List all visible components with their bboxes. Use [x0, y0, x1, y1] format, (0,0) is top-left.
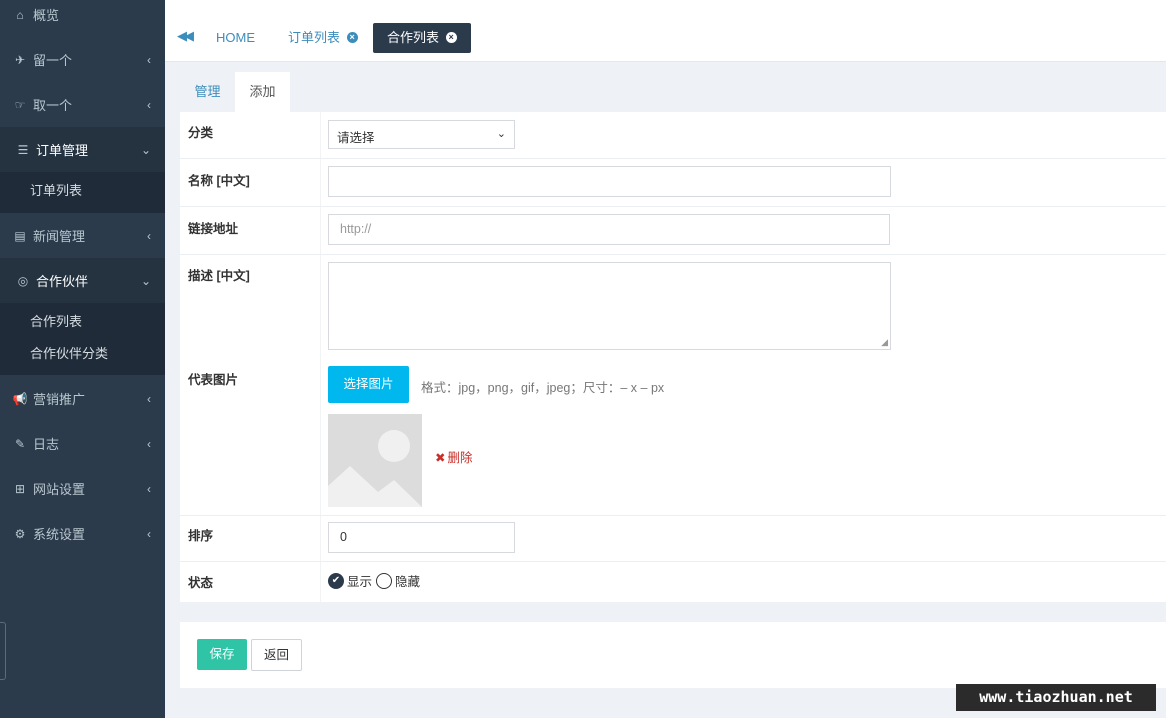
sub-tabs: 管理 添加 — [180, 72, 1166, 112]
home-icon: ⌂ — [16, 7, 24, 22]
handshake-icon: ◎ — [17, 273, 29, 288]
chevron-left-icon: ‹ — [147, 97, 151, 112]
tab-order-list[interactable]: 订单列表 × — [278, 23, 368, 53]
scroll-left-icon[interactable]: ◀◀ — [177, 28, 194, 44]
tab-label: 订单列表 — [288, 30, 341, 45]
row-divider — [180, 206, 1166, 207]
form-actions: 保存 返回 — [180, 622, 1166, 688]
chevron-left-icon: ‹ — [147, 481, 151, 496]
chevron-down-icon: ⌄ — [140, 142, 151, 157]
list-icon: ☰ — [17, 142, 29, 157]
choose-image-button[interactable]: 选择图片 — [328, 366, 409, 403]
sidebar-item-order-manage[interactable]: ☰ 订单管理 ⌄ — [0, 127, 165, 172]
status-show-radio[interactable]: ✔ — [328, 572, 344, 589]
sidebar-subitem-partner-list[interactable]: 合作列表 — [30, 311, 82, 330]
sidebar-item-label: 订单管理 — [36, 143, 89, 158]
sort-label: 排序 — [188, 529, 214, 543]
name-input[interactable] — [328, 166, 891, 197]
sidebar-item-take-one[interactable]: ☞ 取一个 ‹ — [0, 82, 165, 127]
watermark: www.tiaozhuan.net — [956, 684, 1156, 711]
edit-icon: ✎ — [14, 436, 26, 451]
sidebar-item-label: 日志 — [33, 437, 60, 452]
sidebar-item-news-manage[interactable]: ▤ 新闻管理 ‹ — [0, 213, 165, 258]
chevron-down-icon: ⌄ — [140, 273, 151, 288]
bullhorn-icon: 📢 — [12, 391, 28, 406]
sidebar-item-leave-one[interactable]: ✈ 留一个 ‹ — [0, 37, 165, 82]
newspaper-icon: ▤ — [14, 228, 26, 243]
status-radio-group: ✔ 显示 隐藏 — [328, 571, 420, 590]
tab-add[interactable]: 添加 — [235, 72, 290, 112]
category-label: 分类 — [188, 126, 214, 140]
gear-icon: ⚙ — [14, 526, 26, 541]
chevron-left-icon: ‹ — [147, 228, 151, 243]
sidebar-item-label: 系统设置 — [33, 527, 86, 542]
save-button[interactable]: 保存 — [197, 639, 247, 670]
sidebar-item-label: 合作伙伴 — [36, 274, 89, 289]
category-select[interactable]: 请选择 ⌄ — [328, 120, 515, 149]
image-format-hint: 格式：jpg，png，gif，jpeg；尺寸：– x – px — [421, 381, 665, 395]
sidebar-item-label: 取一个 — [33, 98, 73, 113]
delete-icon: ✖ — [435, 451, 446, 465]
back-button[interactable]: 返回 — [251, 639, 302, 671]
sidebar-subitem-order-list[interactable]: 订单列表 — [30, 180, 82, 199]
sidebar-item-overview[interactable]: ⌂ 概览 — [0, 0, 165, 37]
status-hide-radio[interactable] — [376, 572, 393, 589]
image-label: 代表图片 — [188, 373, 239, 387]
sidebar-item-label: 营销推广 — [33, 392, 86, 407]
hand-icon: ☞ — [14, 97, 26, 112]
sitemap-icon: ⊞ — [14, 481, 26, 496]
category-select-value: 请选择 — [337, 131, 375, 145]
close-icon[interactable]: × — [445, 32, 457, 44]
status-show-label[interactable]: 显示 — [347, 571, 372, 590]
tab-bar: ◀◀ HOME 订单列表 × 合作列表 × — [165, 0, 1166, 62]
sidebar-item-partners[interactable]: ◎ 合作伙伴 ⌄ — [0, 258, 165, 303]
tab-label: 合作列表 — [387, 30, 440, 45]
chevron-left-icon: ‹ — [147, 436, 151, 451]
delete-label: 删除 — [447, 451, 473, 465]
description-textarea[interactable]: ◢ — [328, 262, 891, 350]
paper-plane-icon: ✈ — [14, 52, 26, 67]
sidebar-item-label: 概览 — [33, 8, 60, 23]
sidebar-item-system-settings[interactable]: ⚙ 系统设置 ‹ — [0, 511, 165, 556]
sidebar-item-label: 网站设置 — [33, 482, 86, 497]
link-label: 链接地址 — [188, 222, 239, 236]
status-hide-label[interactable]: 隐藏 — [395, 571, 420, 590]
sidebar: ⌂ 概览 ✈ 留一个 ‹ ☞ 取一个 ‹ ☰ 订单管理 ⌄ 订单列表 ▤ 新闻管… — [0, 0, 165, 718]
sort-input[interactable]: 0 — [328, 522, 515, 553]
chevron-down-icon: ⌄ — [496, 128, 506, 140]
tab-label: HOME — [216, 30, 255, 45]
sidebar-submenu-partners: 合作列表 合作伙伴分类 — [0, 303, 165, 375]
form-panel: 管理 添加 分类 请选择 ⌄ 名称 [中文] 链接地址 http:// 描述 [… — [180, 72, 1166, 602]
label-column-divider — [320, 112, 321, 602]
row-divider — [180, 158, 1166, 159]
sidebar-item-label: 新闻管理 — [33, 229, 86, 244]
row-divider — [180, 561, 1166, 562]
sidebar-collapse-handle[interactable] — [0, 622, 6, 680]
sidebar-item-site-settings[interactable]: ⊞ 网站设置 ‹ — [0, 466, 165, 511]
delete-image-button[interactable]: ✖ 删除 — [435, 447, 473, 466]
sidebar-subitem-partner-category[interactable]: 合作伙伴分类 — [30, 343, 108, 362]
tab-home[interactable]: HOME — [206, 23, 265, 53]
image-placeholder-icon — [328, 414, 422, 507]
chevron-left-icon: ‹ — [147, 52, 151, 67]
chevron-left-icon: ‹ — [147, 391, 151, 406]
image-placeholder — [328, 414, 422, 507]
row-divider — [180, 254, 1166, 255]
sidebar-submenu-orders: 订单列表 — [0, 172, 165, 213]
sidebar-item-log[interactable]: ✎ 日志 ‹ — [0, 421, 165, 466]
row-divider — [180, 515, 1166, 516]
tab-manage[interactable]: 管理 — [180, 72, 235, 112]
link-input[interactable]: http:// — [328, 214, 890, 245]
resize-grip-icon[interactable]: ◢ — [881, 337, 888, 348]
name-label: 名称 [中文] — [188, 174, 250, 188]
sidebar-item-label: 留一个 — [33, 53, 73, 68]
chevron-left-icon: ‹ — [147, 526, 151, 541]
tab-partner-list[interactable]: 合作列表 × — [373, 23, 471, 53]
sidebar-item-marketing[interactable]: 📢 营销推广 ‹ — [0, 376, 165, 421]
description-label: 描述 [中文] — [188, 269, 250, 283]
close-icon[interactable]: × — [346, 32, 358, 44]
status-label: 状态 — [188, 576, 214, 590]
